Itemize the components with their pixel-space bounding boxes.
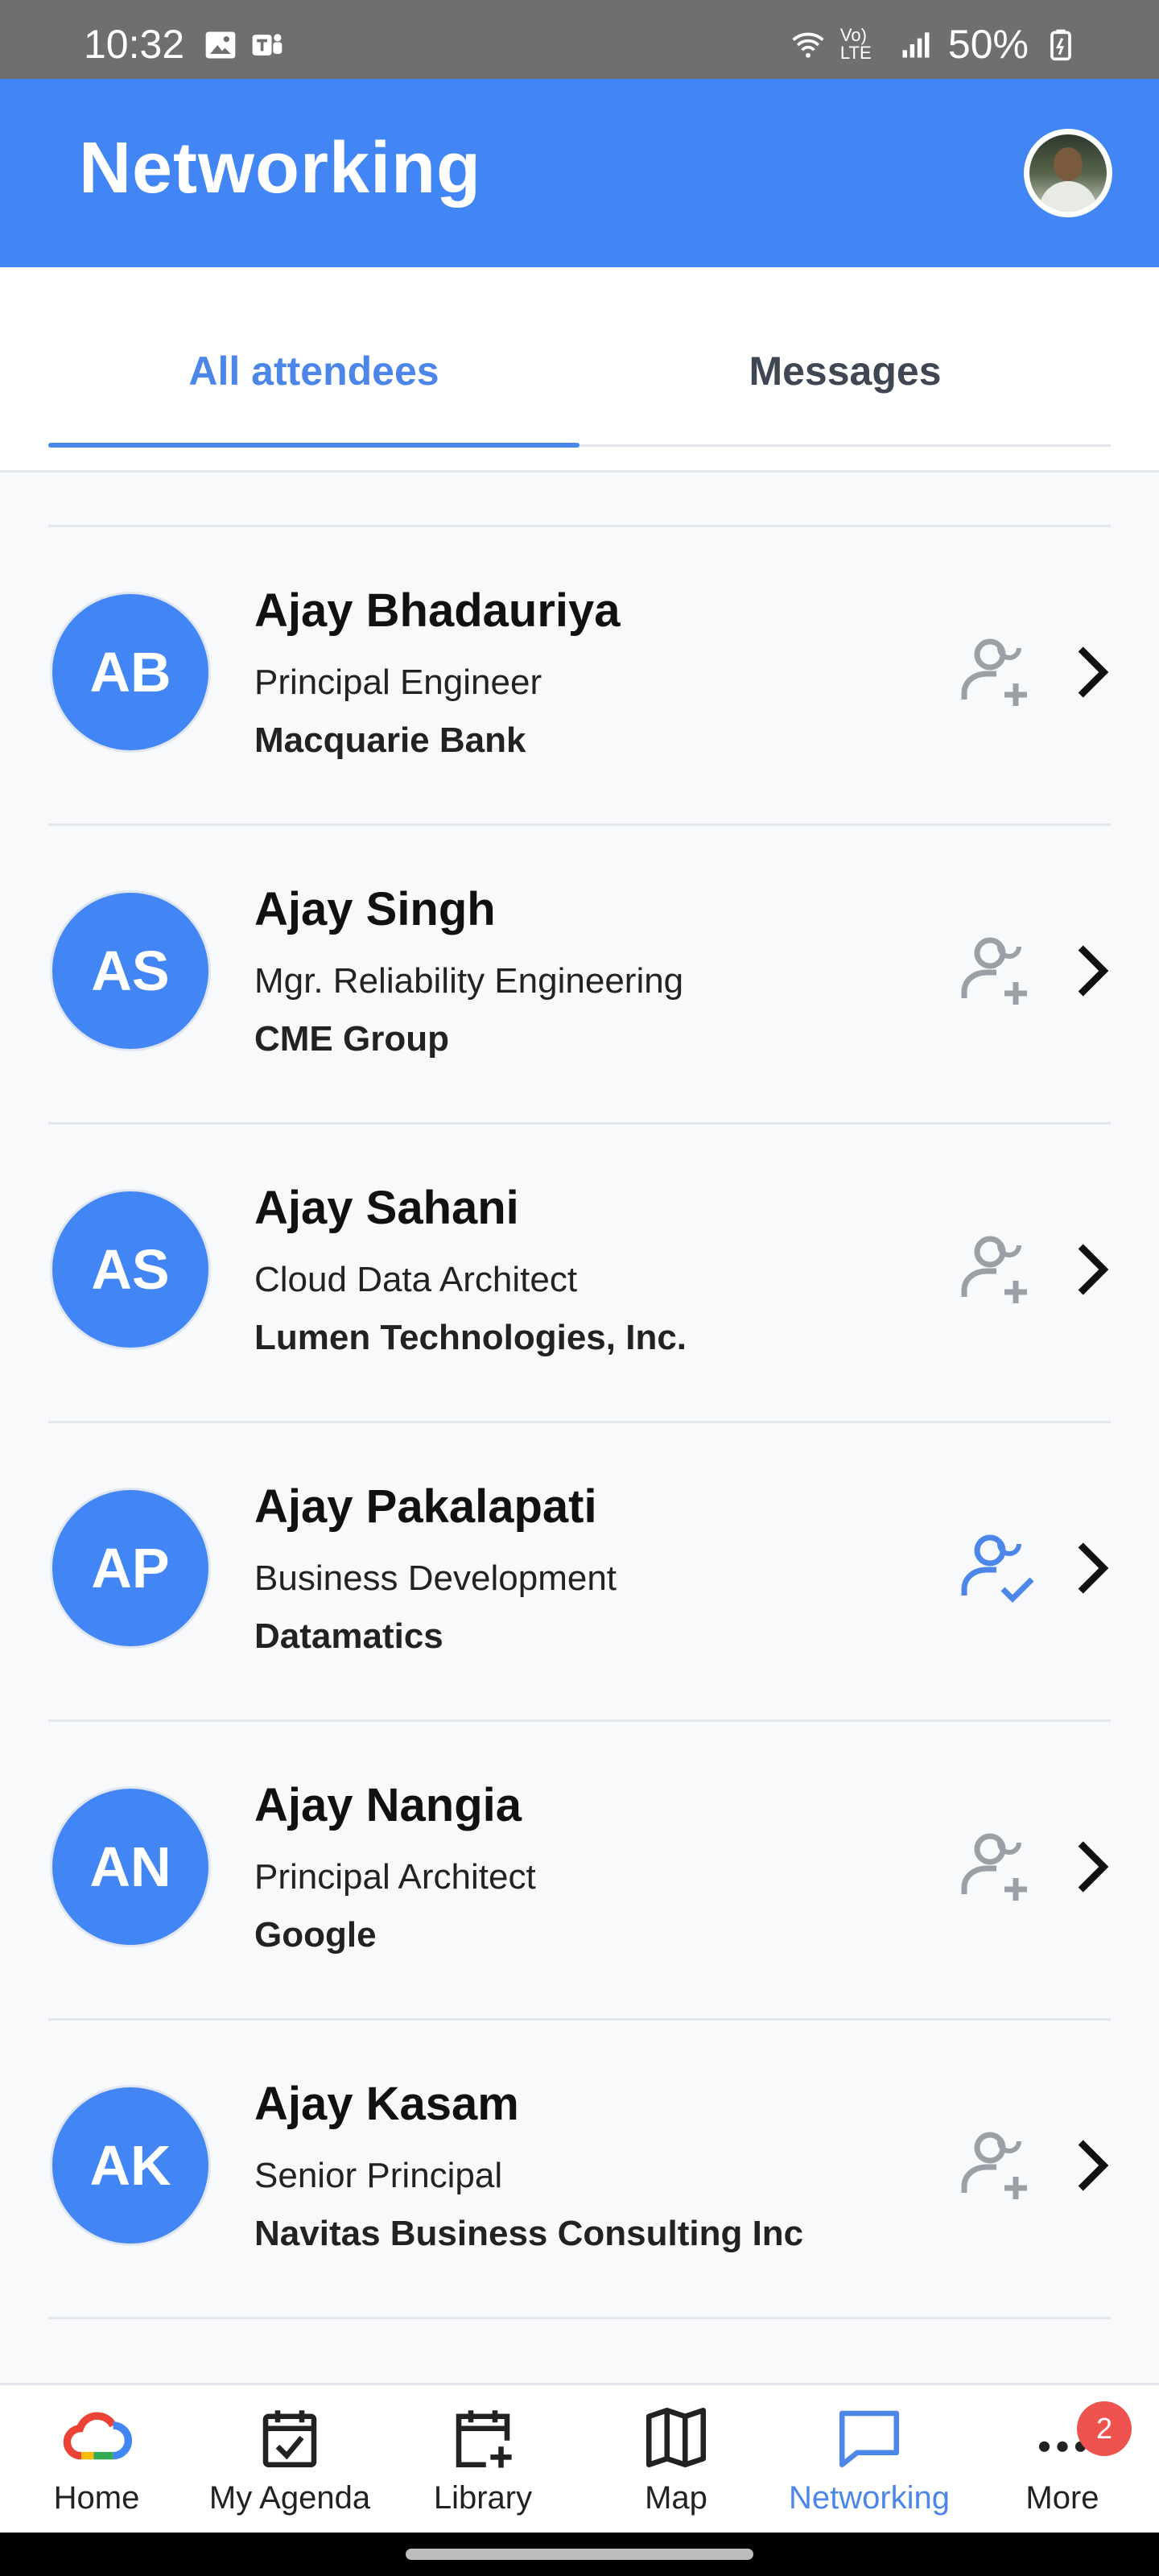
- initials-avatar: AP: [50, 1488, 211, 1649]
- attendee-title: Senior Principal: [254, 2156, 503, 2195]
- attendee-company: Navitas Business Consulting Inc: [254, 2214, 804, 2253]
- attendee-company: Lumen Technologies, Inc.: [254, 1318, 687, 1357]
- page-title: Networking: [79, 128, 482, 208]
- initials-avatar: AB: [50, 592, 211, 753]
- google-cloud-icon: [63, 2412, 132, 2460]
- attendee-row[interactable]: AK Ajay Kasam Senior Principal Navitas B…: [48, 2018, 1111, 2319]
- chevron-right-icon[interactable]: [1064, 1237, 1120, 1302]
- battery-level: 50%: [947, 22, 1029, 67]
- chevron-right-icon[interactable]: [1064, 2133, 1120, 2198]
- notification-icons: [203, 27, 285, 63]
- attendee-company: Macquarie Bank: [254, 720, 526, 760]
- add-connection-icon[interactable]: [958, 632, 1035, 709]
- wifi-icon: [792, 32, 824, 58]
- initials-avatar: AK: [50, 2085, 211, 2246]
- network-type: Vo) LTE: [839, 25, 872, 63]
- attendee-title: Cloud Data Architect: [254, 1260, 578, 1299]
- tab-all-attendees[interactable]: All attendees: [48, 348, 580, 394]
- calendar-add-icon: [456, 2410, 512, 2468]
- chevron-right-icon[interactable]: [1064, 939, 1120, 1003]
- teams-icon: [252, 34, 283, 56]
- notification-badge: 2: [1077, 2401, 1132, 2456]
- image-icon: [205, 31, 236, 59]
- initials-avatar: AS: [50, 1189, 211, 1350]
- add-connection-icon[interactable]: [958, 2125, 1035, 2202]
- status-bar: 10:32 Vo) LTE 50%: [0, 0, 1159, 79]
- app-bar: Networking: [0, 79, 1159, 267]
- attendee-title: Principal Architect: [254, 1857, 536, 1897]
- active-tab-indicator: [48, 443, 580, 448]
- attendee-name: Ajay Nangia: [254, 1779, 522, 1831]
- attendee-name: Ajay Sahani: [254, 1182, 519, 1234]
- nav-label: Networking: [788, 2480, 951, 2516]
- chat-icon: [839, 2410, 900, 2468]
- signal-icon: [902, 32, 930, 58]
- attendee-name: Ajay Kasam: [254, 2078, 519, 2130]
- tab-bar: All attendees Messages: [0, 267, 1159, 473]
- nav-label: My Agenda: [208, 2480, 371, 2516]
- chevron-right-icon[interactable]: [1064, 640, 1120, 704]
- attendee-company: Datamatics: [254, 1616, 443, 1656]
- add-connection-icon[interactable]: [958, 1827, 1035, 1904]
- nav-label: More: [1025, 2480, 1099, 2516]
- nav-my-agenda[interactable]: My Agenda: [193, 2401, 386, 2516]
- attendee-row[interactable]: AN Ajay Nangia Principal Architect Googl…: [48, 1719, 1111, 2018]
- chevron-right-icon[interactable]: [1064, 1536, 1120, 1600]
- attendee-row[interactable]: AS Ajay Singh Mgr. Reliability Engineeri…: [48, 824, 1111, 1122]
- avatar-photo: [1029, 134, 1107, 212]
- add-connection-icon[interactable]: [958, 1229, 1035, 1307]
- attendee-name: Ajay Singh: [254, 883, 496, 935]
- nav-map[interactable]: Map: [580, 2401, 773, 2516]
- attendee-title: Business Development: [254, 1558, 617, 1598]
- nav-library[interactable]: Library: [386, 2401, 580, 2516]
- bottom-navigation: Home My Agenda Library Map Networking 2 …: [0, 2383, 1159, 2535]
- gesture-bar: [0, 2533, 1159, 2576]
- map-icon: [645, 2407, 707, 2468]
- nav-networking[interactable]: Networking: [773, 2401, 966, 2516]
- add-connection-icon[interactable]: [958, 931, 1035, 1008]
- attendee-name: Ajay Pakalapati: [254, 1480, 597, 1533]
- attendee-name: Ajay Bhadauriya: [254, 584, 621, 637]
- connected-user-icon[interactable]: [958, 1528, 1035, 1605]
- attendee-title: Mgr. Reliability Engineering: [254, 961, 684, 1001]
- nav-label: Home: [53, 2480, 140, 2516]
- nav-more[interactable]: 2 More: [966, 2401, 1159, 2516]
- nav-home[interactable]: Home: [0, 2401, 193, 2516]
- calendar-check-icon: [262, 2410, 317, 2468]
- attendee-list: AB Ajay Bhadauriya Principal Engineer Ma…: [48, 525, 1111, 2319]
- attendee-title: Principal Engineer: [254, 663, 542, 702]
- home-gesture-handle[interactable]: [406, 2549, 753, 2560]
- chevron-right-icon[interactable]: [1064, 1835, 1120, 1899]
- attendee-row[interactable]: AB Ajay Bhadauriya Principal Engineer Ma…: [48, 525, 1111, 824]
- initials-avatar: AS: [50, 890, 211, 1051]
- nav-label: Library: [433, 2480, 533, 2516]
- initials-avatar: AN: [50, 1786, 211, 1947]
- attendee-company: CME Group: [254, 1019, 449, 1059]
- nav-label: Map: [645, 2480, 707, 2516]
- attendee-company: Google: [254, 1915, 377, 1955]
- system-icons: Vo) LTE 50%: [790, 21, 1079, 68]
- attendee-row[interactable]: AP Ajay Pakalapati Business Development …: [48, 1421, 1111, 1719]
- attendee-row[interactable]: AS Ajay Sahani Cloud Data Architect Lume…: [48, 1122, 1111, 1421]
- tab-messages[interactable]: Messages: [580, 348, 1111, 394]
- battery-charging-icon: [1050, 29, 1071, 61]
- status-time: 10:32: [84, 22, 185, 67]
- profile-avatar[interactable]: [1024, 129, 1112, 217]
